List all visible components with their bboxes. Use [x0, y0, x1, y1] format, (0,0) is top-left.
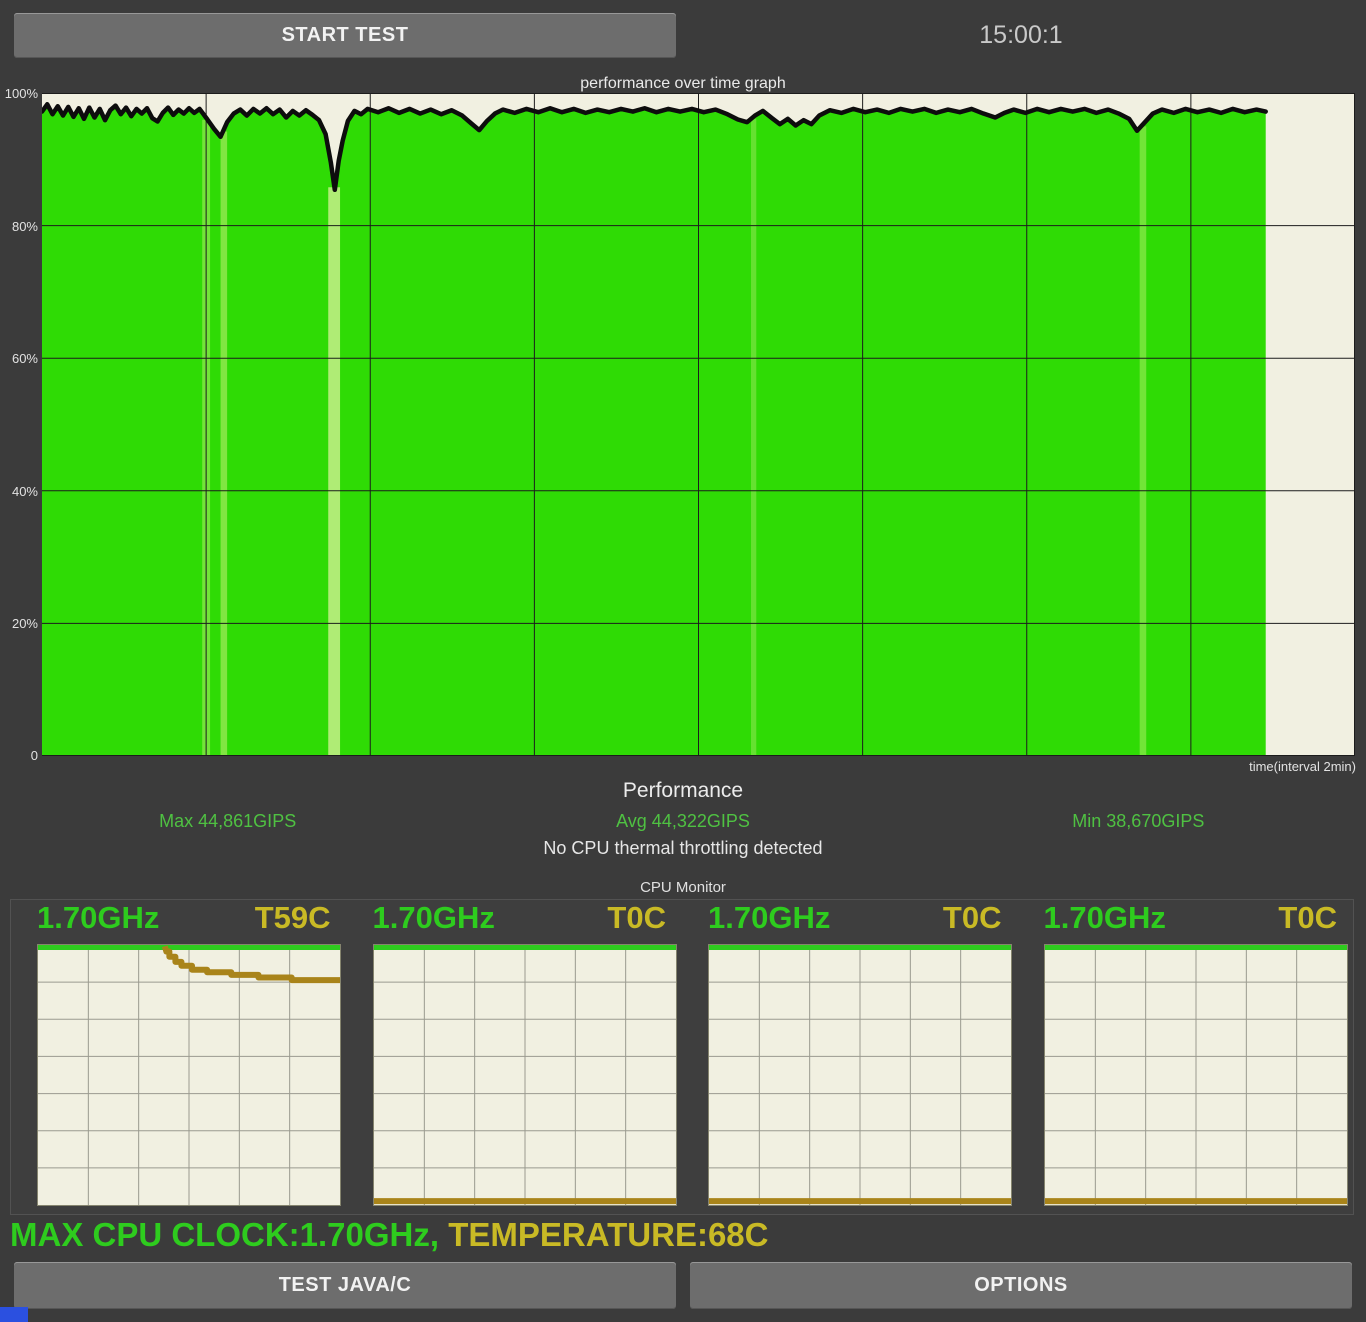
performance-graph-title: performance over time graph: [0, 75, 1366, 93]
cpu-core-3: 1.70GHz T0C: [1018, 900, 1354, 1214]
core-2-graph: [708, 944, 1012, 1206]
test-java-c-button[interactable]: TEST JAVA/C: [14, 1262, 676, 1309]
core-1-temperature: T0C: [607, 900, 666, 936]
y-tick-20: 20%: [0, 616, 38, 631]
y-tick-40: 40%: [0, 484, 38, 499]
cpu-core-1: 1.70GHz T0C: [347, 900, 683, 1214]
core-0-graph: [37, 944, 341, 1206]
core-1-frequency: 1.70GHz: [373, 900, 495, 936]
y-tick-80: 80%: [0, 219, 38, 234]
cpu-throttling-test-app: START TEST 15:00:1 performance over time…: [0, 0, 1366, 1322]
core-0-temperature: T59C: [255, 900, 331, 936]
min-gips-value: Min 38,670GIPS: [911, 811, 1366, 832]
cpu-summary-line: MAX CPU CLOCK:1.70GHz, TEMPERATURE:68C: [10, 1216, 768, 1254]
core-2-frequency: 1.70GHz: [708, 900, 830, 936]
core-1-header: 1.70GHz T0C: [373, 900, 667, 936]
performance-section-title: Performance: [0, 779, 1366, 803]
options-button[interactable]: OPTIONS: [690, 1262, 1352, 1309]
max-cpu-clock-text: MAX CPU CLOCK:1.70GHz,: [10, 1216, 439, 1253]
cpu-monitor-title: CPU Monitor: [0, 879, 1366, 896]
cpu-core-2: 1.70GHz T0C: [682, 900, 1018, 1214]
core-3-temperature: T0C: [1278, 900, 1337, 936]
core-3-header: 1.70GHz T0C: [1044, 900, 1338, 936]
y-tick-0: 0: [0, 748, 38, 763]
performance-over-time-chart: [42, 93, 1355, 756]
core-1-graph: [373, 944, 677, 1206]
nav-bar-accent: [0, 1307, 28, 1322]
avg-gips-value: Avg 44,322GIPS: [455, 811, 910, 832]
y-tick-60: 60%: [0, 351, 38, 366]
core-0-header: 1.70GHz T59C: [37, 900, 331, 936]
core-2-header: 1.70GHz T0C: [708, 900, 1002, 936]
core-3-graph: [1044, 944, 1348, 1206]
thermal-throttling-status: No CPU thermal throttling detected: [0, 838, 1366, 859]
core-0-frequency: 1.70GHz: [37, 900, 159, 936]
max-temperature-text: TEMPERATURE:68C: [439, 1216, 768, 1253]
performance-stats-row: Max 44,861GIPS Avg 44,322GIPS Min 38,670…: [0, 811, 1366, 832]
start-test-button[interactable]: START TEST: [14, 13, 676, 58]
core-2-temperature: T0C: [943, 900, 1002, 936]
performance-chart-svg: [42, 93, 1355, 756]
cpu-core-0: 1.70GHz T59C: [11, 900, 347, 1214]
elapsed-timer: 15:00:1: [676, 21, 1366, 50]
y-tick-100: 100%: [0, 86, 38, 101]
cpu-monitor-panel: 1.70GHz T59C 1.70GHz T0C 1.70GHz T0C 1.7…: [10, 899, 1354, 1215]
x-axis-label: time(interval 2min): [1249, 759, 1356, 774]
max-gips-value: Max 44,861GIPS: [0, 811, 455, 832]
core-3-frequency: 1.70GHz: [1044, 900, 1166, 936]
